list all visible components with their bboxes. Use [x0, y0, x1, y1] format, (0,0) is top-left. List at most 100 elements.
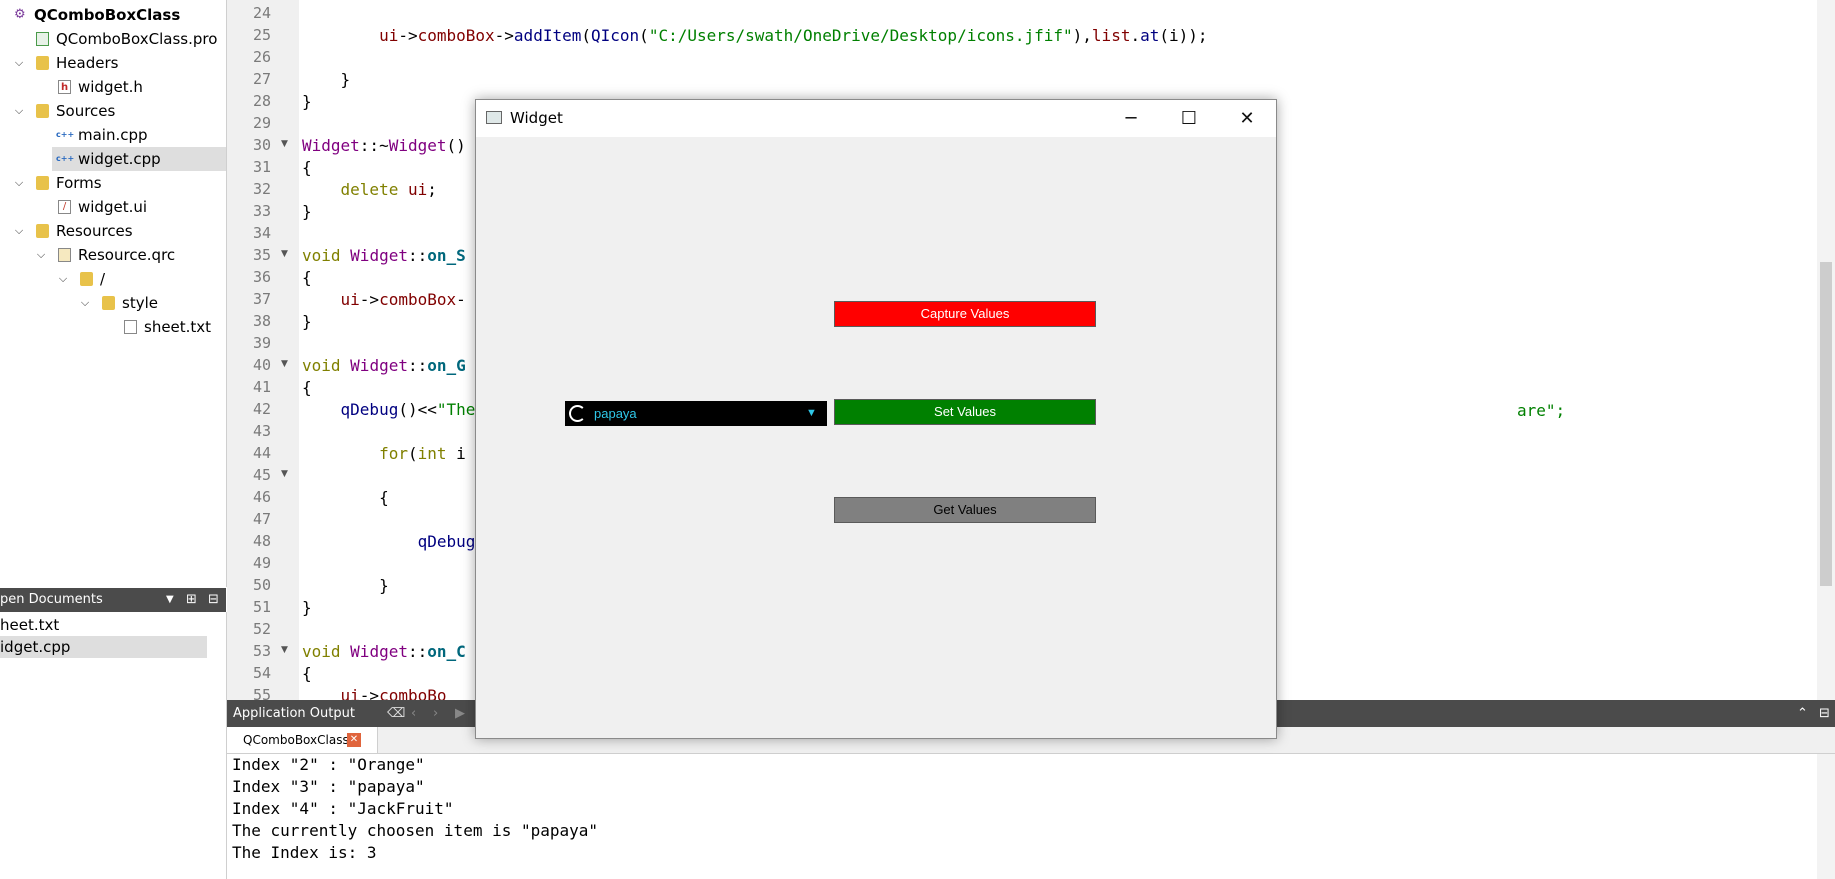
chevron-down-icon[interactable]: ⌵	[13, 171, 25, 195]
line-number: 31	[252, 158, 271, 176]
tree-item-label: QComboBoxClass.pro	[56, 30, 218, 48]
tree-item-resource-qrc[interactable]: ⌵ Resource.qrc	[0, 243, 226, 267]
output-line: The currently choosen item is "papaya"	[232, 821, 599, 840]
chevron-down-icon[interactable]: ▼	[806, 401, 817, 426]
set-values-button[interactable]: Set Values	[834, 399, 1096, 425]
tree-item-sheet-txt[interactable]: sheet.txt	[0, 315, 226, 339]
open-document-item[interactable]: heet.txt	[0, 614, 207, 636]
open-document-item[interactable]: idget.cpp	[0, 636, 207, 658]
line-number: 32	[252, 180, 271, 198]
close-icon[interactable]: ✕	[1218, 100, 1276, 137]
chevron-down-icon[interactable]: ⌵	[13, 51, 25, 75]
cpp-file-icon: c++	[56, 130, 75, 139]
output-scrollbar[interactable]	[1817, 754, 1835, 879]
tree-item-label: widget.cpp	[78, 150, 161, 168]
tree-item-label: widget.ui	[78, 198, 148, 216]
tree-item-label: Headers	[56, 54, 119, 72]
close-pane-icon[interactable]: ⊟	[208, 588, 219, 612]
line-number: 27	[252, 70, 271, 88]
tree-item-headers[interactable]: ⌵ Headers	[0, 51, 226, 75]
open-documents-header: pen Documents ▼ ⊞ ⊟	[0, 588, 226, 612]
line-number: 35	[252, 246, 271, 264]
line-number: 54	[252, 664, 271, 682]
code-line: }	[302, 70, 351, 89]
pro-file-icon	[36, 32, 49, 46]
folder-icon	[36, 104, 49, 118]
clear-output-icon[interactable]: ⌫	[387, 700, 405, 727]
tree-item-project[interactable]: ⚙ QComboBoxClass	[0, 3, 226, 27]
tree-item-root-prefix[interactable]: ⌵ /	[0, 267, 226, 291]
tree-item-label: Resources	[56, 222, 133, 240]
tree-item-main-cpp[interactable]: c++ main.cpp	[0, 123, 226, 147]
chevron-down-icon[interactable]: ⌵	[13, 99, 25, 123]
output-tab[interactable]: QComboBoxClass ✕	[227, 727, 378, 753]
output-line: The Index is: 3	[232, 843, 377, 862]
run-icon[interactable]: ▶	[455, 700, 465, 727]
chevron-down-icon[interactable]: ⌵	[79, 291, 91, 315]
code-line: }	[302, 202, 312, 221]
combobox-value: papaya	[594, 406, 637, 421]
project-tree: ⚙ QComboBoxClass QComboBoxClass.pro ⌵ He…	[0, 0, 227, 587]
tree-item-style[interactable]: ⌵ style	[0, 291, 226, 315]
output-text: Index "2" : "Orange" Index "3" : "papaya…	[227, 754, 1817, 879]
close-tab-icon[interactable]: ✕	[347, 733, 361, 747]
line-number: 33	[252, 202, 271, 220]
minimize-icon[interactable]: ─	[1102, 100, 1160, 137]
chevron-down-icon[interactable]: ⌵	[57, 267, 69, 291]
maximize-icon[interactable]: ☐	[1160, 100, 1218, 137]
tree-item-widget-h[interactable]: h widget.h	[0, 75, 226, 99]
capture-values-button[interactable]: Capture Values	[834, 301, 1096, 327]
line-number: 47	[252, 510, 271, 528]
get-values-button[interactable]: Get Values	[834, 497, 1096, 523]
line-number: 48	[252, 532, 271, 550]
tree-item-sources[interactable]: ⌵ Sources	[0, 99, 226, 123]
tree-item-widget-ui[interactable]: / widget.ui	[0, 195, 226, 219]
folder-icon	[36, 224, 49, 238]
header-file-icon: h	[58, 80, 71, 94]
fold-arrow-icon[interactable]: ▼	[281, 249, 288, 259]
tree-item-resources[interactable]: ⌵ Resources	[0, 219, 226, 243]
split-icon[interactable]: ⊞	[186, 588, 197, 612]
fold-arrow-icon[interactable]: ▼	[281, 139, 288, 149]
code-line: }	[302, 598, 312, 617]
previous-icon[interactable]: ‹	[411, 700, 416, 727]
next-icon[interactable]: ›	[433, 700, 438, 727]
fold-arrow-icon[interactable]: ▼	[281, 645, 288, 655]
code-line: {	[302, 158, 312, 177]
fruit-combobox[interactable]: papaya ▼	[565, 401, 827, 426]
text-file-icon	[124, 320, 137, 334]
line-number: 46	[252, 488, 271, 506]
folder-icon	[102, 296, 115, 310]
maximize-panel-icon[interactable]: ⌃	[1797, 700, 1808, 727]
line-number: 29	[252, 114, 271, 132]
scrollbar-thumb[interactable]	[1820, 262, 1832, 586]
fold-arrow-icon[interactable]: ▼	[281, 359, 288, 369]
line-number: 44	[252, 444, 271, 462]
line-number: 51	[252, 598, 271, 616]
open-documents-list: heet.txt idget.cpp	[0, 612, 227, 879]
dropdown-arrow-icon[interactable]: ▼	[166, 588, 174, 612]
code-line: {	[302, 268, 312, 287]
window-titlebar[interactable]: Widget ─ ☐ ✕	[476, 100, 1276, 137]
code-line: }	[302, 92, 312, 111]
tree-item-label: QComboBoxClass	[34, 6, 181, 24]
code-line: ui->comboBox->addItem(QIcon("C:/Users/sw…	[379, 26, 1208, 45]
code-line: {	[302, 664, 312, 683]
line-number: 40	[252, 356, 271, 374]
line-number: 30	[252, 136, 271, 154]
tree-item-forms[interactable]: ⌵ Forms	[0, 171, 226, 195]
tree-item-label: style	[122, 294, 158, 312]
tree-item-widget-cpp[interactable]: c++ widget.cpp	[52, 147, 226, 171]
folder-icon	[80, 272, 93, 286]
chevron-down-icon[interactable]: ⌵	[35, 243, 47, 267]
editor-scrollbar[interactable]	[1817, 0, 1835, 700]
code-line: {	[302, 488, 389, 507]
fold-arrow-icon[interactable]: ▼	[281, 469, 288, 479]
line-number: 50	[252, 576, 271, 594]
tree-item-label: widget.h	[78, 78, 143, 96]
code-line: }	[302, 576, 389, 595]
close-panel-icon[interactable]: ⊟	[1819, 700, 1830, 727]
item-icon	[569, 405, 586, 422]
chevron-down-icon[interactable]: ⌵	[13, 219, 25, 243]
tree-item-pro-file[interactable]: QComboBoxClass.pro	[0, 27, 226, 51]
